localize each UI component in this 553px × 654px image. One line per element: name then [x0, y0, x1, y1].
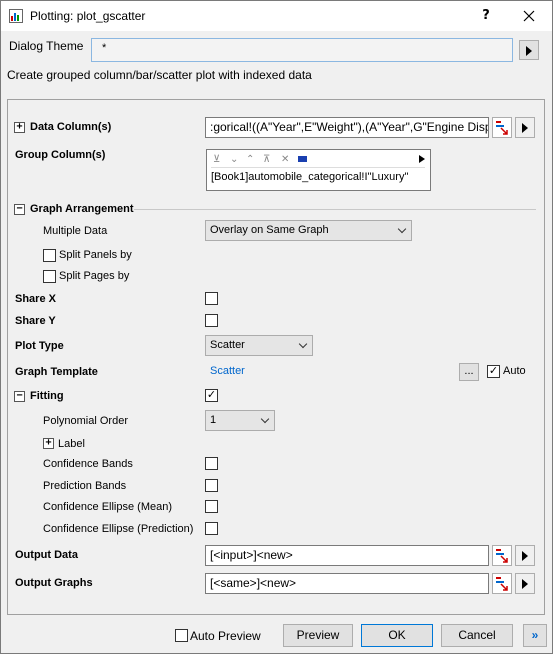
close-button[interactable]	[515, 5, 543, 27]
cancel-button[interactable]: Cancel	[441, 624, 513, 647]
prediction-bands-checkbox[interactable]	[205, 479, 218, 492]
group-column-box: ⊻ ⌄ ⌃ ⊼ ✕ [Book1]automobile_categorical!…	[206, 149, 431, 191]
split-pages-label: Split Pages by	[59, 270, 130, 282]
graph-template-label: Graph Template	[15, 366, 98, 378]
share-y-label: Share Y	[15, 315, 56, 327]
output-data-menu-button[interactable]	[515, 545, 535, 566]
fitting-label: Fitting	[30, 390, 64, 402]
split-panels-checkbox[interactable]	[43, 249, 56, 262]
auto-checkbox[interactable]: ✓	[487, 365, 500, 378]
triangle-right-icon	[522, 551, 528, 561]
browse-template-button[interactable]: ...	[459, 363, 479, 381]
auto-label: Auto	[503, 365, 526, 377]
confidence-bands-label: Confidence Bands	[43, 458, 133, 470]
graph-arrangement-divider	[134, 209, 536, 210]
label-expand-icon[interactable]: +	[43, 438, 54, 449]
data-column-input[interactable]: :gorical!((A"Year",E"Weight"),(A"Year",G…	[205, 117, 489, 138]
confidence-ellipse-prediction-label: Confidence Ellipse (Prediction)	[43, 523, 194, 535]
move-bottom-icon[interactable]: ⊻	[213, 154, 220, 165]
group-column-value[interactable]: [Book1]automobile_categorical!I"Luxury"	[211, 171, 408, 183]
prediction-bands-label: Prediction Bands	[43, 480, 127, 492]
more-options-button[interactable]: »	[523, 624, 547, 647]
ok-button[interactable]: OK	[361, 624, 433, 647]
confidence-ellipse-prediction-checkbox[interactable]	[205, 522, 218, 535]
confidence-bands-checkbox[interactable]	[205, 457, 218, 470]
plot-type-select[interactable]: Scatter	[205, 335, 313, 356]
graph-arrangement-label: Graph Arrangement	[30, 203, 134, 215]
fitting-checkbox[interactable]: ✓	[205, 389, 218, 402]
output-data-input[interactable]: [<input>]<new>	[205, 545, 489, 566]
chevron-down-icon	[397, 224, 407, 234]
fitting-label-section: Label	[58, 438, 85, 450]
move-down-icon[interactable]: ⌄	[230, 154, 238, 165]
preview-button[interactable]: Preview	[283, 624, 353, 647]
select-range-icon[interactable]	[298, 156, 307, 162]
group-menu-icon[interactable]	[419, 155, 425, 163]
confidence-ellipse-mean-label: Confidence Ellipse (Mean)	[43, 501, 173, 513]
theme-input[interactable]: *	[91, 38, 513, 62]
auto-preview-label: Auto Preview	[190, 629, 261, 643]
window-title: Plotting: plot_gscatter	[30, 9, 146, 23]
share-x-label: Share X	[15, 293, 56, 305]
auto-preview-checkbox[interactable]	[175, 629, 188, 642]
confidence-ellipse-mean-checkbox[interactable]	[205, 500, 218, 513]
polynomial-order-value: 1	[210, 414, 217, 426]
split-panels-label: Split Panels by	[59, 249, 132, 261]
range-select-icon	[496, 549, 508, 563]
plot-type-label: Plot Type	[15, 340, 64, 352]
title-bar: Plotting: plot_gscatter ?	[1, 1, 552, 31]
polynomial-order-label: Polynomial Order	[43, 415, 128, 427]
theme-menu-button[interactable]	[519, 40, 539, 60]
share-x-checkbox[interactable]	[205, 292, 218, 305]
double-chevron-right-icon: »	[531, 628, 539, 642]
range-select-icon	[496, 577, 508, 591]
triangle-right-icon	[522, 579, 528, 589]
output-graphs-picker-button[interactable]	[492, 573, 512, 594]
chevron-down-icon	[260, 414, 270, 424]
plot-type-value: Scatter	[210, 339, 245, 351]
help-button[interactable]: ?	[472, 5, 500, 27]
remove-icon[interactable]: ✕	[281, 154, 289, 165]
output-data-label: Output Data	[15, 549, 78, 561]
multiple-data-value: Overlay on Same Graph	[210, 224, 329, 236]
chevron-down-icon	[298, 339, 308, 349]
group-box-divider	[211, 167, 425, 168]
data-column-menu-button[interactable]	[515, 117, 535, 138]
multiple-data-select[interactable]: Overlay on Same Graph	[205, 220, 412, 241]
dialog-window: Plotting: plot_gscatter ? Dialog Theme *…	[0, 0, 553, 654]
triangle-right-icon	[526, 46, 532, 56]
output-graphs-menu-button[interactable]	[515, 573, 535, 594]
graph-template-link[interactable]: Scatter	[210, 365, 245, 377]
output-graphs-input[interactable]: [<same>]<new>	[205, 573, 489, 594]
multiple-data-label: Multiple Data	[43, 225, 108, 237]
range-select-icon	[496, 121, 508, 135]
share-y-checkbox[interactable]	[205, 314, 218, 327]
theme-label: Dialog Theme	[9, 39, 84, 53]
data-column-expand-icon[interactable]: +	[14, 122, 25, 133]
move-up-icon[interactable]: ⌃	[246, 154, 254, 165]
graph-arrangement-collapse-icon[interactable]: −	[14, 204, 25, 215]
move-top-icon[interactable]: ⊼	[263, 154, 270, 165]
output-data-picker-button[interactable]	[492, 545, 512, 566]
data-column-label: Data Column(s)	[30, 121, 112, 133]
polynomial-order-select[interactable]: 1	[205, 410, 275, 431]
app-icon	[9, 9, 23, 23]
triangle-right-icon	[522, 123, 528, 133]
data-column-picker-button[interactable]	[492, 117, 512, 138]
group-column-label: Group Column(s)	[15, 149, 106, 161]
output-graphs-label: Output Graphs	[15, 577, 93, 589]
split-pages-checkbox[interactable]	[43, 270, 56, 283]
description-text: Create grouped column/bar/scatter plot w…	[7, 68, 312, 82]
close-icon	[523, 10, 535, 22]
fitting-collapse-icon[interactable]: −	[14, 391, 25, 402]
